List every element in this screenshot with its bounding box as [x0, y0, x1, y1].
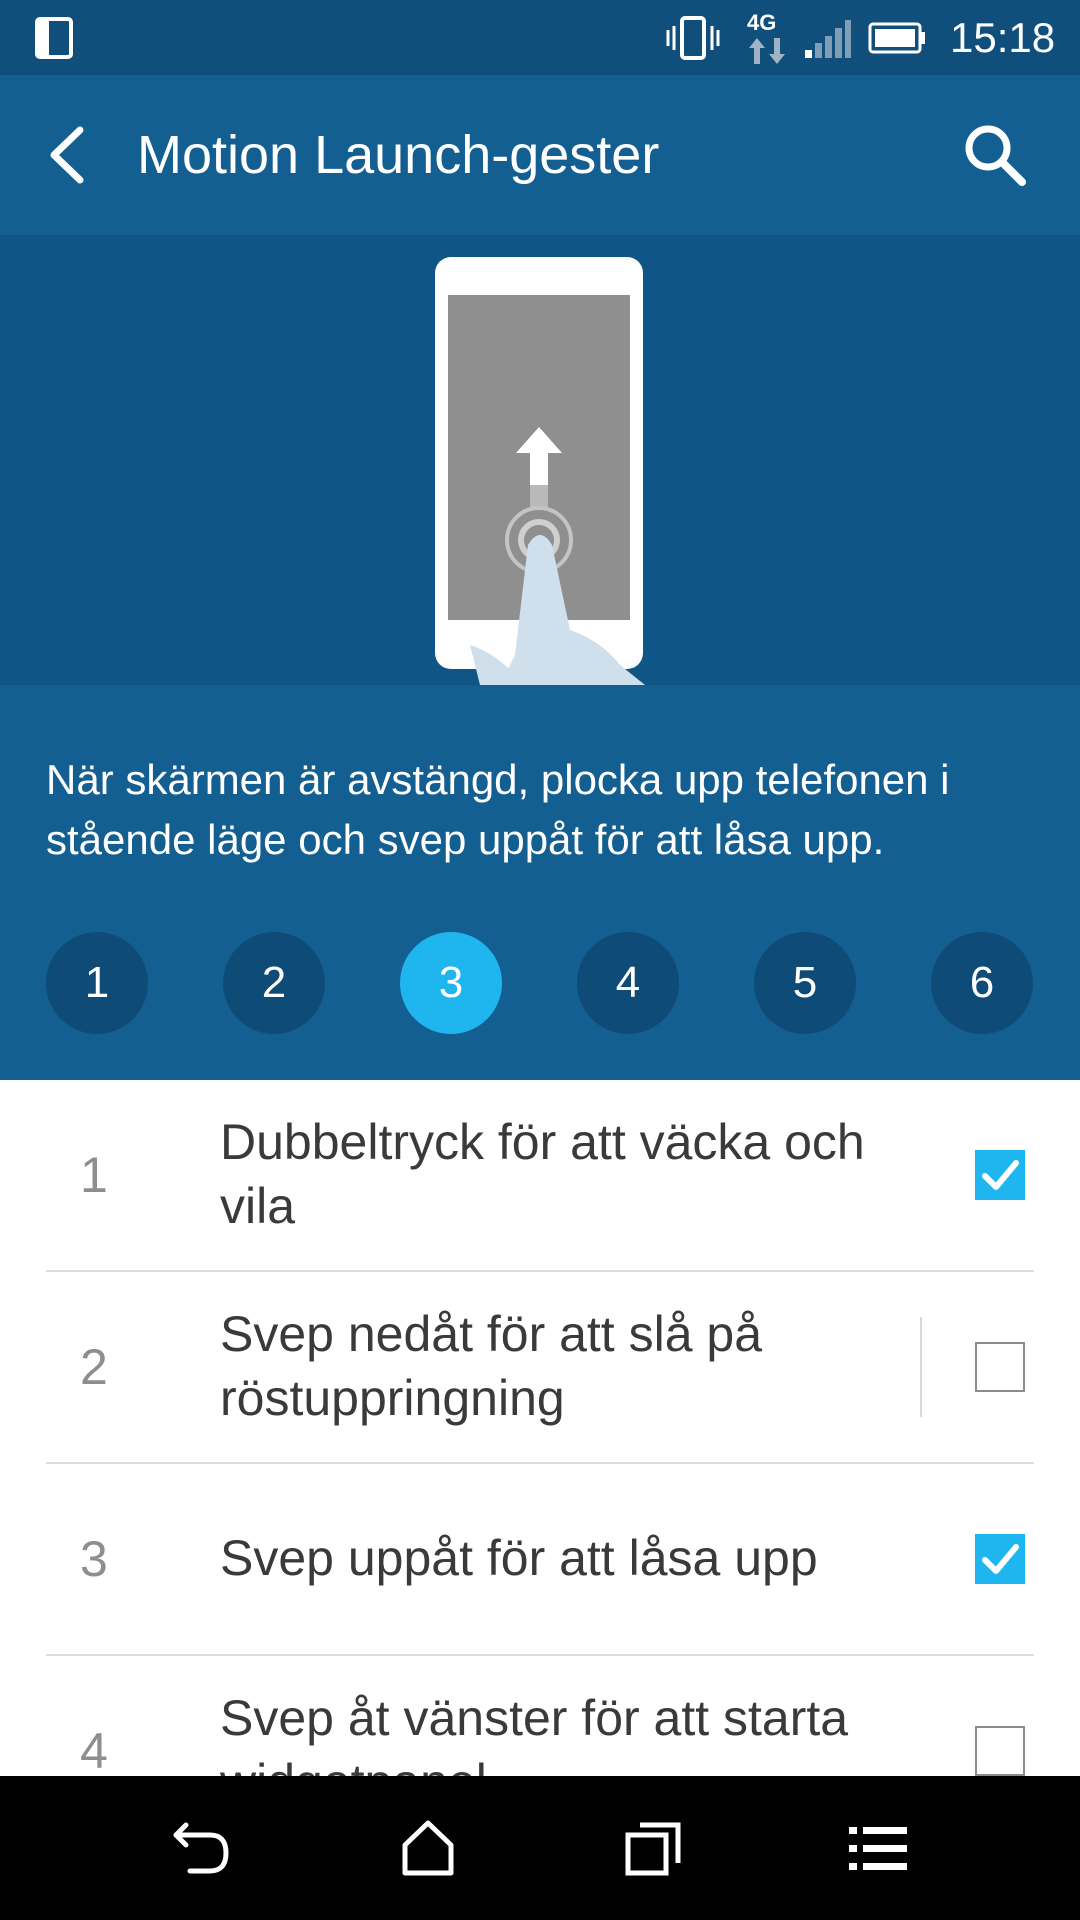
search-button[interactable]: [960, 120, 1030, 190]
status-time: 15:18: [950, 14, 1056, 61]
phone-swipe-up-illustration: [435, 257, 645, 685]
list-item[interactable]: 4 Svep åt vänster för att starta widgetp…: [0, 1656, 1080, 1776]
step-6[interactable]: 6: [931, 932, 1033, 1034]
tablet-icon: [35, 17, 73, 59]
gesture-checkbox[interactable]: [975, 1726, 1025, 1776]
nav-back-button[interactable]: [168, 1813, 238, 1883]
nav-recents-button[interactable]: [618, 1813, 688, 1883]
item-label: Svep nedåt för att slå på röstuppringnin…: [220, 1306, 763, 1426]
vertical-divider: [920, 1317, 922, 1417]
gesture-list: 1 Dubbeltryck för att väcka och vila 2 S…: [0, 1080, 1080, 1776]
step-4[interactable]: 4: [577, 932, 679, 1034]
vibrate-icon: [666, 16, 720, 60]
list-item[interactable]: 2 Svep nedåt för att slå på röstuppringn…: [0, 1272, 1080, 1463]
list-item[interactable]: 1 Dubbeltryck för att väcka och vila: [0, 1080, 1080, 1271]
step-3[interactable]: 3: [400, 932, 502, 1034]
step-indicator: 1 2 3 4 5 6: [0, 932, 1080, 1034]
list-item[interactable]: 3 Svep uppåt för att låsa upp: [0, 1464, 1080, 1655]
gesture-description: När skärmen är avstängd, plocka upp tele…: [46, 756, 950, 863]
gesture-checkbox[interactable]: [975, 1534, 1025, 1584]
4g-data-icon: 4G: [745, 10, 789, 66]
item-number: 4: [80, 1723, 108, 1776]
home-icon: [402, 1820, 454, 1876]
page-title: Motion Launch-gester: [137, 125, 660, 185]
item-number: 1: [80, 1147, 108, 1203]
item-label: Dubbeltryck för att väcka och vila: [220, 1114, 865, 1234]
network-type-label: 4G: [747, 10, 777, 35]
gesture-checkbox[interactable]: [975, 1342, 1025, 1392]
search-icon: [965, 125, 1026, 186]
back-arrow-icon: [50, 126, 84, 184]
menu-icon: [849, 1827, 907, 1870]
navigation-bar: [0, 1776, 1080, 1920]
recents-icon: [625, 1822, 681, 1876]
nav-menu-button[interactable]: [843, 1813, 913, 1883]
app-bar: Motion Launch-gester: [0, 75, 1080, 235]
description-panel: När skärmen är avstängd, plocka upp tele…: [0, 685, 1080, 1080]
nav-home-button[interactable]: [393, 1813, 463, 1883]
signal-icon: [805, 20, 851, 58]
item-number: 2: [80, 1339, 108, 1395]
back-icon: [173, 1822, 229, 1874]
item-label: Svep åt vänster för att starta widgetpan…: [220, 1690, 849, 1776]
step-5[interactable]: 5: [754, 932, 856, 1034]
item-number: 3: [80, 1531, 108, 1587]
gesture-checkbox[interactable]: [975, 1150, 1025, 1200]
back-button[interactable]: [34, 120, 104, 190]
item-label: Svep uppåt för att låsa upp: [220, 1530, 818, 1586]
status-bar: 4G 15:18: [0, 0, 1080, 75]
battery-icon: [868, 22, 925, 54]
step-2[interactable]: 2: [223, 932, 325, 1034]
step-1[interactable]: 1: [46, 932, 148, 1034]
checkmark-icon: [982, 1160, 1019, 1190]
checkmark-icon: [982, 1544, 1019, 1574]
gesture-illustration: [0, 235, 1080, 685]
